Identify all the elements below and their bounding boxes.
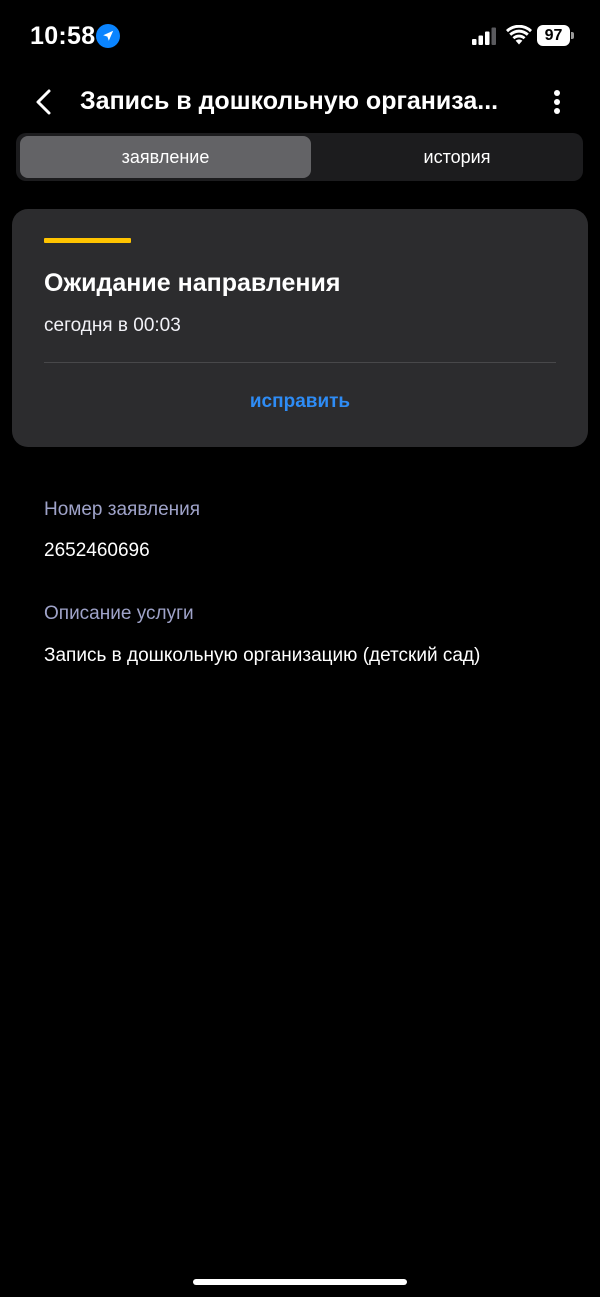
wifi-icon — [506, 24, 532, 50]
status-timestamp: сегодня в 00:03 — [44, 315, 181, 336]
more-vertical-icon — [554, 90, 560, 114]
more-options-button[interactable] — [540, 84, 574, 120]
battery-cap — [571, 32, 574, 39]
home-indicator[interactable] — [193, 1279, 407, 1285]
service-description-label: Описание услуги — [44, 603, 194, 624]
back-button[interactable] — [26, 84, 62, 120]
status-card: Ожидание направления сегодня в 00:03 исп… — [12, 209, 588, 447]
application-number-value: 2652460696 — [44, 540, 150, 561]
card-divider — [44, 362, 556, 363]
service-description-value: Запись в дошкольную организацию (детский… — [44, 645, 481, 666]
status-title: Ожидание направления — [44, 269, 341, 297]
nav-header: Запись в дошкольную организа... — [0, 76, 600, 126]
fix-button[interactable]: исправить — [44, 389, 556, 415]
application-number-label: Номер заявления — [44, 499, 201, 520]
page-title: Запись в дошкольную организа... — [80, 87, 499, 115]
status-accent-bar — [44, 238, 131, 243]
cellular-signal-icon — [472, 27, 498, 50]
status-bar: 10:58 97 — [0, 0, 600, 72]
segmented-tabs: заявление история — [16, 133, 583, 181]
battery-indicator: 97 — [537, 25, 574, 46]
chevron-left-icon — [36, 89, 51, 115]
battery-level: 97 — [537, 25, 570, 46]
location-arrow-icon — [96, 24, 120, 48]
tab-application[interactable]: заявление — [20, 136, 311, 178]
tab-history[interactable]: история — [315, 136, 599, 178]
status-time: 10:58 — [30, 22, 96, 50]
